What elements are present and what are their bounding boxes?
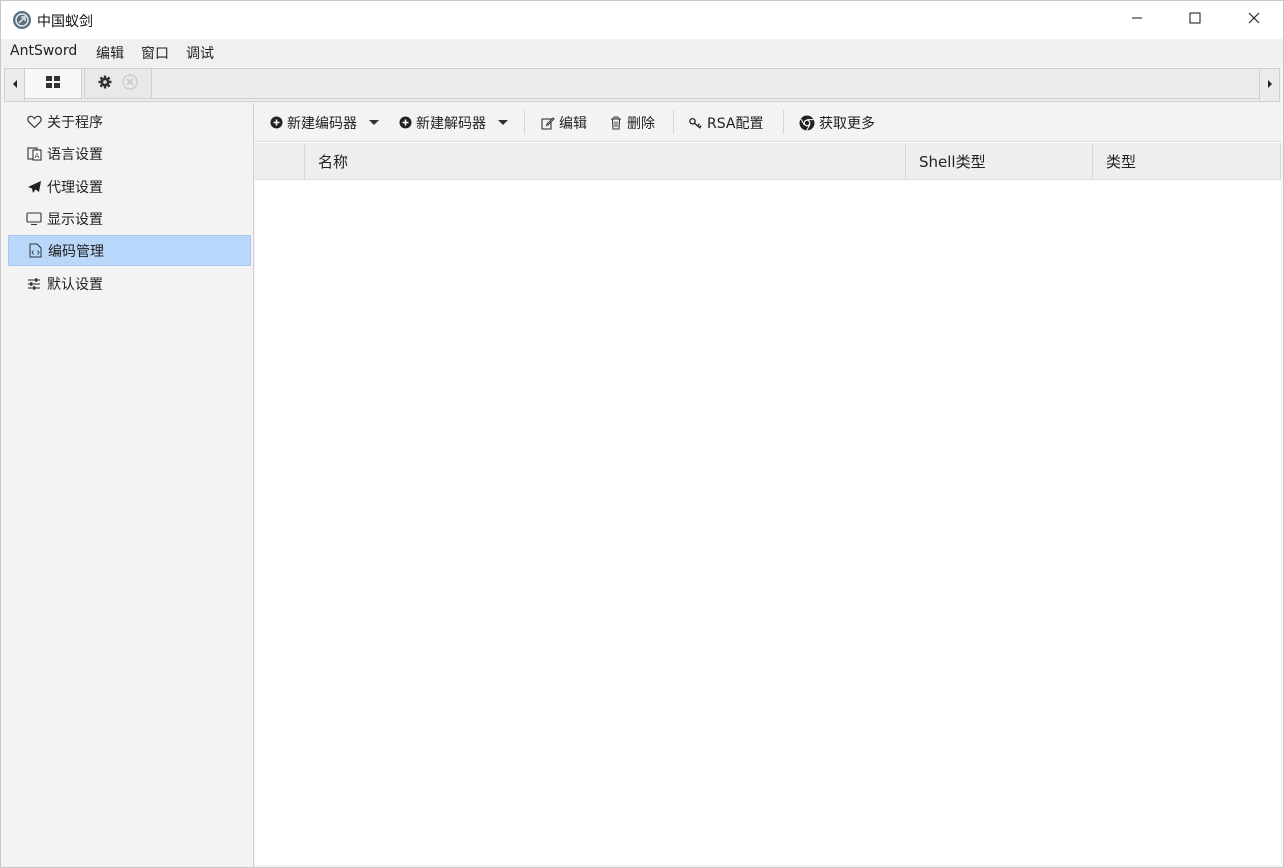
minimize-icon — [1131, 12, 1143, 28]
caret-left-icon — [11, 77, 19, 93]
tab-home[interactable] — [24, 69, 82, 99]
maximize-icon — [1189, 12, 1201, 28]
sidebar-item-label: 默认设置 — [47, 276, 103, 293]
sidebar-item-encoder[interactable]: 编码管理 — [8, 235, 251, 266]
svg-text:A: A — [34, 152, 39, 160]
tab-bar — [4, 68, 1280, 102]
close-circle-icon[interactable] — [122, 73, 138, 94]
column-header-type[interactable]: 类型 — [1093, 143, 1281, 180]
maximize-button[interactable] — [1166, 1, 1224, 39]
close-window-button[interactable] — [1225, 1, 1283, 39]
menu-bar: AntSword 编辑 窗口 调试 — [1, 39, 1283, 67]
edit-icon — [541, 116, 555, 130]
title-bar: 中国蚁剑 — [1, 1, 1283, 39]
trash-icon — [609, 116, 623, 130]
sidebar-item-about[interactable]: 关于程序 — [8, 106, 251, 137]
new-encoder-button[interactable]: 新建编码器 — [269, 103, 379, 142]
close-icon — [1248, 12, 1260, 28]
sidebar-item-label: 代理设置 — [47, 179, 103, 196]
sidebar-item-label: 编码管理 — [48, 243, 104, 260]
encoder-list — [255, 181, 1281, 865]
tab-strip-line — [152, 98, 1259, 99]
new-decoder-label: 新建解码器 — [416, 115, 486, 132]
new-decoder-button[interactable]: 新建解码器 — [398, 103, 508, 142]
edit-button[interactable]: 编辑 — [541, 103, 587, 142]
grid-icon — [46, 75, 60, 92]
chevron-down-icon[interactable] — [498, 120, 508, 125]
delete-label: 删除 — [627, 115, 655, 132]
plus-circle-icon — [398, 116, 412, 130]
language-icon: A — [26, 146, 42, 162]
plus-circle-icon — [269, 116, 283, 130]
new-encoder-label: 新建编码器 — [287, 115, 357, 132]
edit-label: 编辑 — [559, 115, 587, 132]
encoder-panel: 新建编码器 新建解码器 编辑 删除 RSA配置 获取更多 名称 Shell类型 … — [255, 103, 1281, 865]
paper-plane-icon — [26, 179, 42, 195]
get-more-label: 获取更多 — [819, 115, 875, 132]
sidebar-item-language[interactable]: A 语言设置 — [8, 138, 251, 169]
menu-antsword[interactable]: AntSword — [10, 43, 77, 59]
caret-right-icon — [1266, 77, 1274, 93]
tab-settings[interactable] — [84, 69, 152, 99]
antsword-logo-icon — [12, 10, 32, 30]
rsa-config-button[interactable]: RSA配置 — [689, 103, 763, 142]
toolbar-separator — [673, 110, 674, 134]
grid-header: 名称 Shell类型 类型 — [255, 143, 1281, 180]
key-icon — [689, 116, 703, 130]
sidebar-item-default[interactable]: 默认设置 — [8, 268, 251, 299]
chrome-icon — [799, 115, 815, 131]
chevron-down-icon[interactable] — [369, 120, 379, 125]
window-title: 中国蚁剑 — [37, 14, 93, 30]
sidebar-item-label: 关于程序 — [47, 114, 103, 131]
sidebar-item-display[interactable]: 显示设置 — [8, 203, 251, 234]
minimize-button[interactable] — [1108, 1, 1166, 39]
column-header-name[interactable]: 名称 — [305, 143, 906, 180]
column-header-checkbox[interactable] — [255, 143, 305, 180]
encoder-toolbar: 新建编码器 新建解码器 编辑 删除 RSA配置 获取更多 — [255, 103, 1281, 142]
sidebar-item-label: 语言设置 — [47, 146, 103, 163]
column-header-shell-type[interactable]: Shell类型 — [906, 143, 1093, 180]
menu-edit[interactable]: 编辑 — [96, 43, 124, 63]
settings-sidebar: 关于程序 A 语言设置 代理设置 显示设置 编码管理 默认设置 — [1, 103, 254, 867]
rsa-config-label: RSA配置 — [707, 115, 764, 132]
heart-icon — [26, 114, 42, 130]
menu-window[interactable]: 窗口 — [141, 43, 169, 63]
gear-icon — [98, 75, 112, 93]
code-file-icon — [27, 243, 43, 259]
delete-button[interactable]: 删除 — [609, 103, 655, 142]
sidebar-item-label: 显示设置 — [47, 211, 103, 228]
toolbar-separator — [783, 110, 784, 134]
menu-debug[interactable]: 调试 — [186, 43, 214, 63]
get-more-button[interactable]: 获取更多 — [799, 103, 875, 142]
toolbar-separator — [524, 110, 525, 134]
sidebar-item-proxy[interactable]: 代理设置 — [8, 171, 251, 202]
tab-scroll-left-button[interactable] — [5, 69, 25, 101]
tab-scroll-right-button[interactable] — [1259, 69, 1279, 101]
monitor-icon — [26, 211, 42, 227]
sliders-icon — [26, 276, 42, 292]
app-window: 中国蚁剑 AntSword 编辑 窗口 调试 关于程序 A 语言设置 代理设置 … — [0, 0, 1284, 868]
